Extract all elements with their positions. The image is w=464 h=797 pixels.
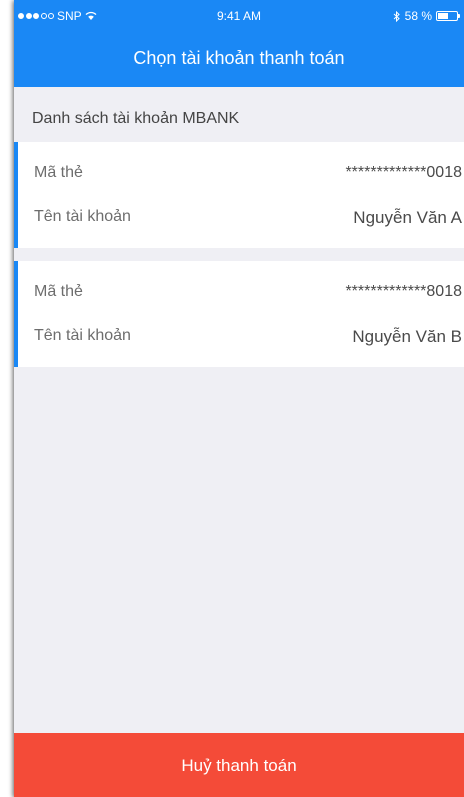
battery-percent: 58 % [404,9,432,23]
battery-icon [436,11,460,21]
account-name-label: Tên tài khoản [34,208,131,225]
status-right: 58 % [393,9,460,23]
account-name-value: Nguyễn Văn B [352,327,462,346]
account-name-row: Tên tài khoản Nguyễn Văn A [18,204,464,230]
page-title: Chọn tài khoản thanh toán [133,48,345,68]
card-number-label: Mã thẻ [34,164,83,181]
screenshot-frame: SNP 9:41 AM 58 % Chọn tài khoản thanh to… [0,0,464,797]
bluetooth-icon [393,10,400,22]
account-card-1[interactable]: Mã thẻ *************0018 Tên tài khoản N… [14,142,464,248]
cancel-payment-button[interactable]: Huỷ thanh toán [14,733,464,797]
account-name-row: Tên tài khoản Nguyễn Văn B [18,323,464,349]
section-label: Danh sách tài khoản MBANK [32,110,240,127]
card-number-label: Mã thẻ [34,283,83,300]
card-number-value: *************8018 [345,283,462,300]
status-bar: SNP 9:41 AM 58 % [14,0,464,30]
phone-screen: SNP 9:41 AM 58 % Chọn tài khoản thanh to… [14,0,464,797]
account-card-2[interactable]: Mã thẻ *************8018 Tên tài khoản N… [14,261,464,367]
card-number-row: Mã thẻ *************8018 [18,279,464,305]
card-number-row: Mã thẻ *************0018 [18,160,464,186]
card-number-value: *************0018 [345,164,462,181]
account-name-label: Tên tài khoản [34,327,131,344]
account-name-value: Nguyễn Văn A [353,208,462,227]
app-header: SNP 9:41 AM 58 % Chọn tài khoản thanh to… [14,0,464,87]
